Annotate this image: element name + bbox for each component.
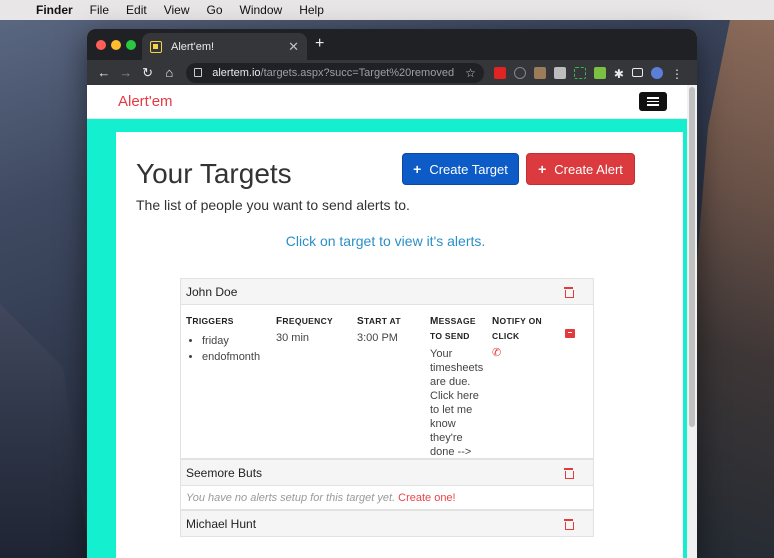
desktop-wallpaper-left	[0, 303, 90, 558]
extension-info-icon[interactable]	[513, 66, 526, 79]
plus-icon: +	[413, 161, 422, 177]
minimize-window-button[interactable]	[111, 40, 121, 50]
triggers-list: friday endofmonth	[202, 333, 260, 365]
column-header-notify: Notify On Click	[492, 316, 542, 341]
extension-green-icon[interactable]	[593, 66, 606, 79]
extension-box-icon[interactable]	[533, 66, 546, 79]
address-bar[interactable]: alertem.io /targets.aspx?succ=Target%20r…	[186, 62, 484, 83]
hamburger-menu-icon[interactable]	[639, 92, 667, 111]
archive-icon[interactable]	[565, 329, 575, 338]
lock-icon[interactable]	[194, 68, 203, 77]
extension-dashed-icon[interactable]	[573, 66, 586, 79]
extensions-area: ✱ ⋮	[493, 66, 691, 81]
targets-list: John Doe Triggers Frequency Start At Mes…	[180, 278, 594, 537]
alert-message: Your timesheets are due. Click here to l…	[430, 348, 484, 458]
create-alert-button[interactable]: + Create Alert	[526, 153, 635, 185]
target-header[interactable]: Michael Hunt	[181, 511, 593, 537]
url-host: alertem.io	[212, 66, 261, 79]
create-alert-label: Create Alert	[554, 161, 623, 177]
bookmark-star-icon[interactable]: ☆	[465, 66, 476, 80]
alert-row[interactable]: Triggers Frequency Start At Message To S…	[181, 305, 593, 459]
page-scrollbar[interactable]	[687, 85, 697, 558]
page-viewport: Alert'em Your Targets The list of people…	[87, 85, 687, 558]
menu-window[interactable]: Window	[240, 3, 283, 17]
browser-toolbar: ← → ↻ ⌂ alertem.io /targets.aspx?succ=Ta…	[87, 60, 697, 85]
target-name: Seemore Buts	[186, 465, 263, 480]
tab-strip: Alert'em! ✕ +	[87, 29, 697, 60]
target-header[interactable]: Seemore Buts	[181, 460, 593, 486]
target-item: John Doe Triggers Frequency Start At Mes…	[180, 278, 594, 459]
targets-hint: Click on target to view it's alerts.	[285, 233, 486, 249]
trigger-item: endofmonth	[202, 349, 260, 365]
column-header-triggers: Triggers	[186, 316, 234, 327]
target-header[interactable]: John Doe	[181, 279, 593, 305]
column-header-message: Message To Send	[430, 316, 476, 341]
cast-icon[interactable]	[631, 68, 643, 77]
target-item: Michael Hunt	[180, 510, 594, 537]
url-path: /targets.aspx?succ=Target%20removed	[260, 66, 455, 79]
column-header-frequency: Frequency	[276, 316, 333, 327]
no-alerts-row: You have no alerts setup for this target…	[181, 486, 593, 510]
page-title: Your Targets	[136, 158, 292, 189]
page-subtitle: The list of people you want to send aler…	[136, 197, 410, 213]
create-target-button[interactable]: + Create Target	[402, 153, 519, 185]
target-item: Seemore Buts You have no alerts setup fo…	[180, 459, 594, 510]
phone-icon: ✆	[492, 347, 502, 359]
browser-tab[interactable]: Alert'em! ✕	[142, 33, 307, 60]
scrollbar-thumb[interactable]	[689, 87, 695, 427]
site-navbar: Alert'em	[87, 85, 687, 119]
trash-icon[interactable]	[564, 467, 574, 479]
target-name: Michael Hunt	[186, 516, 257, 531]
extension-grey-icon[interactable]	[553, 66, 566, 79]
menu-view[interactable]: View	[164, 3, 190, 17]
page-background: Your Targets The list of people you want…	[87, 119, 687, 558]
targets-card: Your Targets The list of people you want…	[116, 132, 683, 558]
create-one-link[interactable]: Create one!	[398, 492, 455, 504]
tab-title: Alert'em!	[171, 40, 215, 53]
column-header-start-at: Start At	[357, 316, 401, 327]
browser-window: Alert'em! ✕ + ← → ↻ ⌂ alertem.io /target…	[87, 29, 697, 558]
close-window-button[interactable]	[96, 40, 106, 50]
alert-frequency: 30 min	[276, 332, 310, 344]
menu-help[interactable]: Help	[299, 3, 324, 17]
browser-menu-icon[interactable]: ⋮	[671, 67, 683, 81]
mac-menubar: Finder File Edit View Go Window Help	[0, 0, 774, 20]
extension-red-icon[interactable]	[493, 66, 506, 79]
profile-avatar-icon[interactable]	[650, 66, 663, 79]
menu-go[interactable]: Go	[207, 3, 223, 17]
zoom-window-button[interactable]	[126, 40, 136, 50]
target-name: John Doe	[186, 284, 238, 299]
close-tab-icon[interactable]: ✕	[288, 39, 299, 55]
plus-icon: +	[538, 161, 547, 177]
site-logo[interactable]: Alert'em	[118, 93, 173, 110]
menu-edit[interactable]: Edit	[126, 3, 147, 17]
trash-icon[interactable]	[564, 286, 574, 298]
reload-icon[interactable]: ↻	[137, 65, 159, 81]
create-target-label: Create Target	[429, 161, 508, 177]
new-tab-icon[interactable]: +	[315, 35, 324, 53]
trigger-item: friday	[202, 333, 260, 349]
back-arrow-icon[interactable]: ←	[93, 65, 115, 80]
extensions-puzzle-icon[interactable]: ✱	[614, 67, 624, 81]
alert-start-at: 3:00 PM	[357, 332, 398, 344]
window-controls	[96, 40, 141, 50]
forward-arrow-icon[interactable]: →	[115, 65, 137, 80]
site-favicon-icon	[150, 40, 162, 53]
menu-app-name[interactable]: Finder	[36, 3, 73, 17]
home-icon[interactable]: ⌂	[158, 65, 180, 80]
trash-icon[interactable]	[564, 518, 574, 530]
menu-file[interactable]: File	[90, 3, 109, 17]
no-alerts-text: You have no alerts setup for this target…	[186, 491, 396, 504]
